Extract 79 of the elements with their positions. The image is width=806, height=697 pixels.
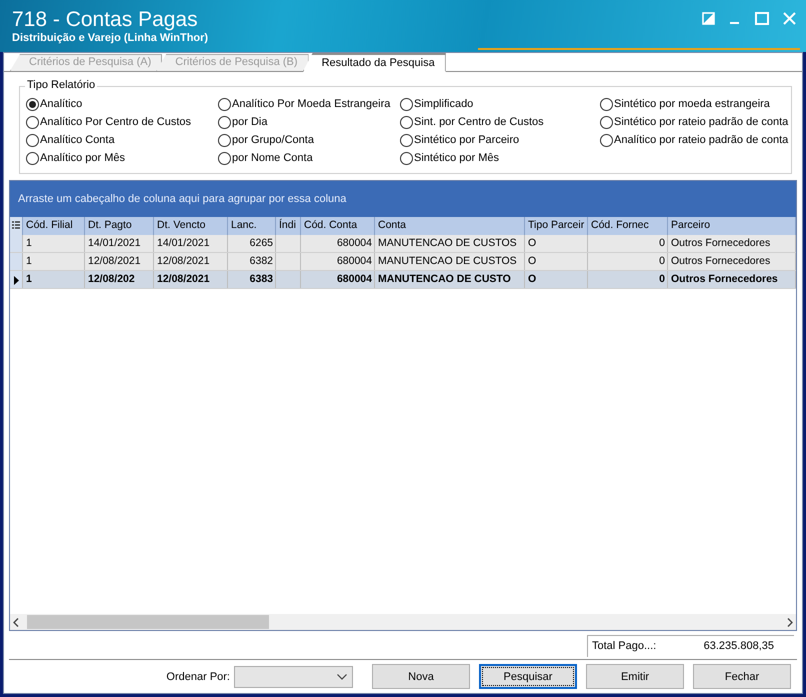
scroll-right-icon[interactable]	[787, 618, 793, 626]
radio-label[interactable]: Analítico	[40, 98, 82, 110]
total-label: Total Pago...:	[592, 640, 656, 654]
radio-button[interactable]	[400, 152, 413, 164]
radio-button[interactable]	[218, 152, 231, 164]
table-cell: 680004	[301, 271, 375, 288]
tab[interactable]: Resultado da Pesquisa	[302, 53, 446, 72]
radio-button[interactable]	[600, 116, 613, 128]
table-cell: 14/01/2021	[154, 235, 228, 252]
action-button[interactable]: Nova	[372, 664, 470, 689]
table-cell: 14/01/2021	[85, 235, 154, 252]
horizontal-scrollbar[interactable]	[10, 614, 796, 630]
radio-label[interactable]: Sintético por Parceiro	[414, 134, 520, 146]
maximize-icon[interactable]	[755, 12, 769, 25]
radio-label[interactable]: Analítico por rateio padrão de conta	[614, 134, 788, 146]
radio-button[interactable]	[26, 134, 39, 146]
table-cell: 1	[23, 235, 85, 252]
table-cell: 6382	[228, 253, 276, 270]
action-button[interactable]: Emitir	[586, 664, 684, 689]
radio-button[interactable]	[26, 98, 39, 110]
table-cell: 12/08/2021	[154, 253, 228, 270]
action-button[interactable]: Fechar	[693, 664, 791, 689]
radio-label[interactable]: Sintético por Mês	[414, 152, 499, 164]
radio-button[interactable]	[26, 152, 39, 164]
table-cell: O	[525, 253, 588, 270]
radio-button[interactable]	[600, 134, 613, 146]
action-button[interactable]: Pesquisar	[479, 664, 577, 689]
radio-button[interactable]	[218, 98, 231, 110]
table-cell: 680004	[301, 253, 375, 270]
row-pointer-icon[interactable]	[14, 276, 19, 285]
radio-label[interactable]: Analítico Conta	[40, 134, 115, 146]
table-cell: O	[525, 271, 588, 288]
radio-label[interactable]: Analítico Por Moeda Estrangeira	[232, 98, 390, 110]
radio-label[interactable]: Analítico Por Centro de Custos	[40, 116, 192, 128]
table-cell: 1	[23, 253, 85, 270]
radio-button[interactable]	[218, 116, 231, 128]
table-cell: 1	[23, 271, 85, 288]
radio-button[interactable]	[26, 116, 39, 128]
radio-label[interactable]: por Nome Conta	[232, 152, 313, 164]
table-cell: MANUTENCAO DE CUSTO	[375, 271, 525, 288]
table-cell: 12/08/202	[85, 271, 154, 288]
table-cell: Outros Fornecedores	[668, 271, 796, 288]
chevron-down-icon[interactable]	[337, 674, 347, 680]
total-value: 63.235.808,35	[704, 640, 774, 654]
table-cell: Outros Fornecedores	[668, 235, 796, 252]
table-cell: 12/08/2021	[85, 253, 154, 270]
table-cell: 680004	[301, 235, 375, 252]
window-title: 718 - Contas Pagas	[12, 8, 198, 32]
scrollbar-thumb[interactable]	[27, 615, 269, 629]
radio-label[interactable]: Simplificado	[414, 98, 474, 110]
table-cell: Outros Fornecedores	[668, 253, 796, 270]
table-cell: 12/08/2021	[154, 271, 228, 288]
radio-label[interactable]: Sintético por moeda estrangeira	[614, 98, 770, 110]
radio-button[interactable]	[400, 134, 413, 146]
radio-button[interactable]	[400, 116, 413, 128]
group-panel: Arraste um cabeçalho de coluna aqui para agrupar por essa coluna	[10, 181, 796, 217]
radio-label[interactable]: por Dia	[232, 116, 268, 128]
table-cell: 0	[588, 271, 668, 288]
window-subtitle: Distribuição e Varejo (Linha WinThor)	[12, 32, 208, 44]
table-cell: MANUTENCAO DE CUSTOS	[375, 235, 525, 252]
radio-label[interactable]: Sintético por rateio padrão de conta	[614, 116, 788, 128]
radio-label[interactable]: Sint. por Centro de Custos	[414, 116, 544, 128]
table-cell: 0	[588, 253, 668, 270]
order-label: Ordenar Por:	[166, 670, 230, 682]
radio-button[interactable]	[218, 134, 231, 146]
restore-icon[interactable]	[702, 12, 715, 25]
column-chooser-icon[interactable]	[12, 221, 20, 231]
radio-label[interactable]: Analítico por Mês	[40, 152, 125, 164]
group-title: Tipo Relatório	[25, 79, 98, 91]
radio-button[interactable]	[400, 98, 413, 110]
table-cell: 6383	[228, 271, 276, 288]
table-cell: MANUTENCAO DE CUSTOS	[375, 253, 525, 270]
table-cell: 6265	[228, 235, 276, 252]
scroll-left-icon[interactable]	[13, 618, 19, 626]
radio-button[interactable]	[600, 98, 613, 110]
row-indicator[interactable]	[10, 271, 23, 288]
radio-label[interactable]: por Grupo/Conta	[232, 134, 314, 146]
table-cell: 0	[588, 235, 668, 252]
table-cell: O	[525, 235, 588, 252]
